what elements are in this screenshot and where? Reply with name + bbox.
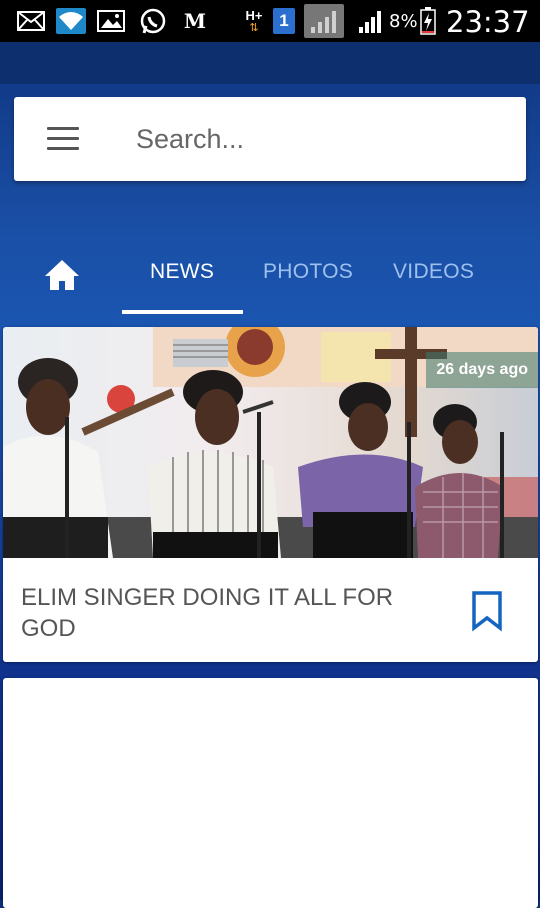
signal-weak-icon	[304, 4, 344, 38]
menu-icon[interactable]	[47, 127, 79, 151]
gallery-icon	[96, 8, 126, 34]
data-arrows-icon: ⇅	[249, 21, 259, 34]
signal-icon	[356, 8, 386, 34]
network-type: H+	[245, 7, 263, 23]
news-card-placeholder	[3, 678, 538, 908]
search-input[interactable]	[136, 117, 506, 161]
news-card[interactable]: 26 days ago ELIM SINGER DOING IT ALL FOR…	[3, 327, 538, 662]
mtn-letter: M	[183, 9, 207, 33]
status-bar: M H+ ⇅ 1 8% 23:37	[0, 0, 540, 42]
whatsapp-icon	[138, 8, 168, 34]
sim-1-icon: 1	[273, 8, 295, 34]
sim-number: 1	[279, 11, 289, 30]
wifi-icon	[56, 8, 86, 34]
app-bar	[0, 42, 540, 84]
tab-bar: NEWS PHOTOS VIDEOS	[0, 240, 540, 316]
tab-news[interactable]: NEWS	[150, 260, 214, 284]
status-time: 23:37	[446, 5, 530, 39]
time-ago-badge: 26 days ago	[426, 352, 538, 388]
search-bar	[14, 97, 526, 181]
home-icon[interactable]	[40, 256, 84, 296]
tab-videos[interactable]: VIDEOS	[393, 260, 474, 284]
news-title[interactable]: ELIM SINGER DOING IT ALL FOR GOD	[21, 582, 441, 644]
bookmark-icon[interactable]	[470, 590, 504, 632]
battery-charging-icon	[418, 7, 438, 35]
active-tab-indicator	[122, 310, 243, 314]
mail-icon	[16, 8, 46, 34]
h-plus-data-icon: H+ ⇅	[241, 8, 267, 34]
tab-photos[interactable]: PHOTOS	[263, 260, 353, 284]
mtn-icon: M	[180, 8, 210, 34]
battery-percent: 8%	[389, 11, 418, 32]
